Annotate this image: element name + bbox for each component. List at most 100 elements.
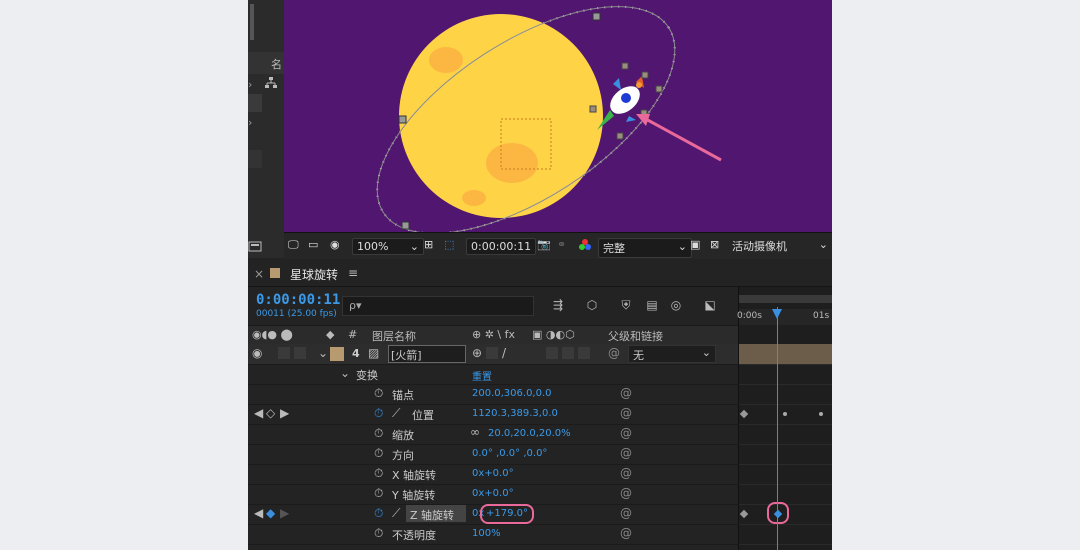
next-keyframe-icon[interactable]: ▶ xyxy=(280,506,289,520)
composition-viewer[interactable] xyxy=(284,0,832,232)
path-handle[interactable] xyxy=(398,115,407,124)
keyframe[interactable] xyxy=(739,509,749,519)
eye-icon[interactable]: ◉ xyxy=(252,346,262,360)
property-value[interactable]: 100% xyxy=(472,528,501,539)
fast-preview-icon[interactable]: ▣ xyxy=(690,238,700,251)
expression-pickwhip-icon[interactable]: @ xyxy=(620,506,632,520)
shy-layers-icon[interactable]: ⛨ xyxy=(618,297,634,313)
shy-switch-icon[interactable]: ⊕ xyxy=(472,346,482,360)
channel-icon[interactable] xyxy=(578,238,592,255)
project-item[interactable] xyxy=(248,150,262,168)
add-keyframe-icon[interactable]: ◇ xyxy=(266,406,275,420)
path-handle[interactable] xyxy=(401,221,410,230)
chevron-right-icon[interactable]: › xyxy=(248,116,264,132)
transform-handle[interactable] xyxy=(589,105,597,113)
prev-keyframe-icon[interactable]: ◀ xyxy=(254,506,263,520)
stopwatch-icon[interactable]: ⏱ xyxy=(374,526,383,541)
interpret-footage-icon[interactable] xyxy=(248,238,266,252)
layer-row[interactable]: ◉ ⌄ 4 ▨ [火箭] ⊕ / @ 无 ⌄ xyxy=(248,344,738,365)
zoom-dropdown[interactable]: 100% ⌄ xyxy=(352,238,424,255)
keyframe-active-icon[interactable]: ◆ xyxy=(266,506,275,520)
property-row[interactable]: ⏱ Y 轴旋转 0x+0.0° @ xyxy=(248,484,738,505)
property-value[interactable]: 0.0° ,0.0° ,0.0° xyxy=(472,448,547,459)
timeline-timecode[interactable]: 0:00:00:11 xyxy=(256,292,340,308)
property-row[interactable]: ⏱ 方向 0.0° ,0.0° ,0.0° @ xyxy=(248,444,738,465)
property-row[interactable]: ⏱ 不透明度 100% @ xyxy=(248,524,738,545)
stopwatch-icon[interactable]: ⏱ xyxy=(374,446,383,461)
path-handle[interactable] xyxy=(592,12,601,21)
show-snapshot-icon[interactable]: ⚭ xyxy=(557,238,566,251)
pick-whip-icon[interactable]: @ xyxy=(608,346,620,360)
mask-icon[interactable]: ◉ xyxy=(330,238,340,251)
layer-duration-bar[interactable] xyxy=(739,344,832,365)
property-row[interactable]: ⏱ X 轴旋转 0x+0.0° @ xyxy=(248,464,738,485)
prev-keyframe-icon[interactable]: ◀ xyxy=(254,406,263,420)
expression-pickwhip-icon[interactable]: @ xyxy=(620,406,632,420)
property-value[interactable]: 20.0,20.0,20.0% xyxy=(488,428,571,439)
close-icon[interactable]: × xyxy=(254,267,264,281)
stopwatch-icon[interactable]: ⏱ xyxy=(374,426,383,441)
keyframe-dot[interactable] xyxy=(819,412,823,416)
audio-switch[interactable] xyxy=(278,347,290,359)
property-value[interactable]: 200.0,306.0,0.0 xyxy=(472,388,552,399)
property-row[interactable]: ⏱ 锚点 200.0,306.0,0.0 @ xyxy=(248,384,738,405)
property-row[interactable]: ◀ ◆ ▶ ⏱ ⟋ Z 轴旋转 0x +179.0° @ xyxy=(248,504,738,525)
expression-pickwhip-icon[interactable]: @ xyxy=(620,426,632,440)
search-input[interactable]: ρ▾ xyxy=(342,296,534,316)
resolution-dropdown[interactable]: 完整 ⌄ xyxy=(598,238,692,258)
rocket[interactable] xyxy=(597,76,645,130)
reset-link[interactable]: 重置 xyxy=(472,368,492,383)
hierarchy-icon[interactable] xyxy=(264,76,280,92)
expression-pickwhip-icon[interactable]: @ xyxy=(620,446,632,460)
region-of-interest-icon[interactable]: ⬚ xyxy=(444,238,454,251)
current-time-field[interactable]: 0:00:00:11 xyxy=(466,238,537,255)
transparency-grid-icon[interactable]: ⊠ xyxy=(710,238,719,251)
motion-blur-icon[interactable]: ◎ xyxy=(668,297,684,313)
layer-name-field[interactable]: [火箭] xyxy=(388,345,466,363)
property-row[interactable]: ◀ ◇ ▶ ⏱ ⟋ 位置 1120.3,389.3,0.0 @ xyxy=(248,404,738,425)
solo-switch[interactable] xyxy=(294,347,306,359)
display-icon[interactable]: 🖵 xyxy=(288,238,299,252)
playhead-line[interactable] xyxy=(777,307,778,550)
stopwatch-icon[interactable]: ⏱ xyxy=(374,386,383,401)
work-area-bar[interactable] xyxy=(739,295,832,303)
chevron-down-icon[interactable]: ⌄ xyxy=(340,366,350,380)
transform-handle[interactable] xyxy=(641,71,649,79)
expression-pickwhip-icon[interactable]: @ xyxy=(620,486,632,500)
switch-box[interactable] xyxy=(546,347,558,359)
composition-flowchart-icon[interactable]: ⇶ xyxy=(550,297,566,313)
graph-editor-icon[interactable]: ⬕ xyxy=(702,297,718,313)
parent-dropdown[interactable]: 无 ⌄ xyxy=(628,345,716,363)
property-value[interactable]: 0x+0.0° xyxy=(472,468,514,479)
project-item[interactable] xyxy=(248,94,262,112)
layer-color-label[interactable] xyxy=(330,347,344,361)
property-value[interactable]: 0x+0.0° xyxy=(472,488,514,499)
stopwatch-icon[interactable]: ⏱ xyxy=(374,406,383,421)
next-keyframe-icon[interactable]: ▶ xyxy=(280,406,289,420)
camera-dropdown[interactable]: 活动摄像机 ⌄ xyxy=(732,238,828,254)
transform-handle[interactable] xyxy=(655,85,663,93)
layer-name-header[interactable]: 图层名称 xyxy=(372,328,416,344)
3d-layer-switch[interactable] xyxy=(578,347,590,359)
panel-menu-icon[interactable]: ≡ xyxy=(348,266,358,280)
chevron-right-icon[interactable]: › xyxy=(248,78,264,94)
snapshot-icon[interactable]: 📷 xyxy=(537,238,551,251)
link-icon[interactable]: ∞ xyxy=(470,425,480,439)
chevron-down-icon[interactable]: ⌄ xyxy=(318,346,328,360)
monitor-icon[interactable]: ▭ xyxy=(308,238,318,251)
expression-pickwhip-icon[interactable]: @ xyxy=(620,526,632,540)
expression-pickwhip-icon[interactable]: @ xyxy=(620,386,632,400)
timeline-panel[interactable]: 0:00s 01s xyxy=(737,287,832,550)
stopwatch-icon[interactable]: ⏱ xyxy=(374,466,383,481)
transform-group-row[interactable]: ⌄ 变换 重置 xyxy=(248,364,738,385)
frame-blending-icon[interactable]: ▤ xyxy=(644,297,660,313)
scroll-track[interactable] xyxy=(250,4,254,40)
time-ruler[interactable]: 0:00s 01s xyxy=(737,309,832,325)
expression-pickwhip-icon[interactable]: @ xyxy=(620,466,632,480)
transform-handle[interactable] xyxy=(621,62,629,70)
transform-handle[interactable] xyxy=(616,132,624,140)
stopwatch-icon[interactable]: ⏱ xyxy=(374,506,383,521)
grid-icon[interactable]: ⊞ xyxy=(424,238,433,251)
property-value[interactable]: 1120.3,389.3,0.0 xyxy=(472,408,558,419)
keyframe[interactable] xyxy=(739,409,749,419)
